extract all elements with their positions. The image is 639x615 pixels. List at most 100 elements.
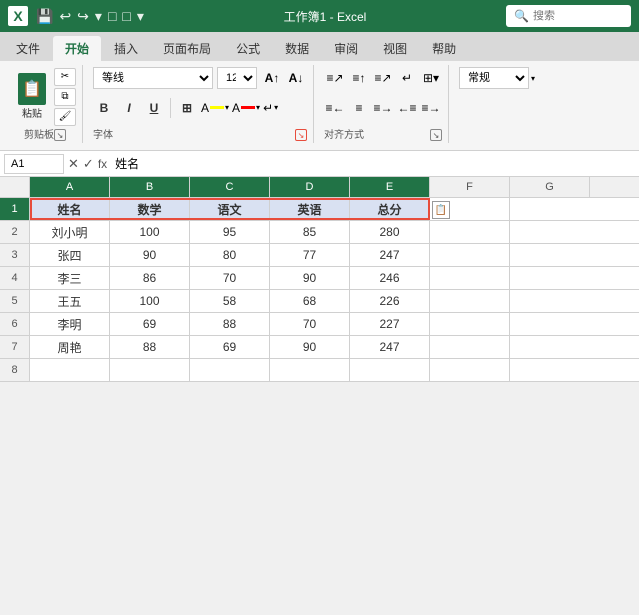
cell-B3[interactable]: 90 [110,244,190,266]
cell-A4[interactable]: 李三 [30,267,110,289]
tab-review[interactable]: 审阅 [322,36,370,61]
cell-A1[interactable]: 姓名 [30,198,110,220]
number-format-select[interactable]: 常规 [459,67,529,89]
cell-G8[interactable] [510,359,590,381]
cell-A5[interactable]: 王五 [30,290,110,312]
cell-D6[interactable]: 70 [270,313,350,335]
cell-E5[interactable]: 226 [350,290,430,312]
cell-G6[interactable] [510,313,590,335]
cell-D4[interactable]: 90 [270,267,350,289]
cell-E1[interactable]: 总分 [350,198,430,220]
paste-button[interactable]: 📋 粘贴 [14,71,50,122]
cell-F8[interactable] [430,359,510,381]
fill-dropdown[interactable]: ▾ [225,103,229,112]
cell-E7[interactable]: 247 [350,336,430,358]
cell-F5[interactable] [430,290,510,312]
cell-A7[interactable]: 周艳 [30,336,110,358]
save-icon[interactable]: 💾 [36,8,53,25]
cell-F4[interactable] [430,267,510,289]
col-header-B[interactable]: B [110,177,190,197]
redo-icon[interactable]: ↪ [77,8,89,25]
col-header-C[interactable]: C [190,177,270,197]
col-header-G[interactable]: G [510,177,590,197]
tab-data[interactable]: 数据 [273,36,321,61]
confirm-formula-icon[interactable]: ✓ [83,156,94,172]
cell-B1[interactable]: 数学 [110,198,190,220]
font-size-select[interactable]: 12 [217,67,257,89]
cell-C2[interactable]: 95 [190,221,270,243]
cell-G4[interactable] [510,267,590,289]
align-left-button[interactable]: ≡← [324,97,346,119]
font-color-button[interactable]: A ▾ [232,101,260,115]
cell-D7[interactable]: 90 [270,336,350,358]
cell-C7[interactable]: 69 [190,336,270,358]
font-dialog-launcher[interactable]: ↘ [295,129,307,141]
italic-button[interactable]: I [118,97,140,119]
cell-B4[interactable]: 86 [110,267,190,289]
cell-D2[interactable]: 85 [270,221,350,243]
cell-B6[interactable]: 69 [110,313,190,335]
number-format-dropdown[interactable]: ▾ [531,74,535,83]
cell-C5[interactable]: 58 [190,290,270,312]
cell-D1[interactable]: 英语 [270,198,350,220]
align-top-left-button[interactable]: ≡↗ [324,67,346,89]
customize-icon[interactable]: ▾ [95,8,102,25]
cell-C4[interactable]: 70 [190,267,270,289]
tab-page-layout[interactable]: 页面布局 [151,36,223,61]
cell-A6[interactable]: 李明 [30,313,110,335]
formula-input[interactable] [111,157,635,171]
more-icon[interactable]: □ [108,8,116,24]
align-top-center-button[interactable]: ≡↑ [348,67,370,89]
align-center-button[interactable]: ≡ [348,97,370,119]
search-box[interactable]: 🔍 [506,5,631,27]
cell-C8[interactable] [190,359,270,381]
cell-B2[interactable]: 100 [110,221,190,243]
border-button[interactable]: ⊞ [176,97,198,119]
increase-font-button[interactable]: A↑ [261,67,283,89]
cell-C3[interactable]: 80 [190,244,270,266]
wrap-text-button[interactable]: ↵ [396,67,418,89]
tab-file[interactable]: 文件 [4,36,52,61]
cell-F2[interactable] [430,221,510,243]
cell-G2[interactable] [510,221,590,243]
tab-help[interactable]: 帮助 [420,36,468,61]
cell-B7[interactable]: 88 [110,336,190,358]
cell-B5[interactable]: 100 [110,290,190,312]
cell-B8[interactable] [110,359,190,381]
font-family-select[interactable]: 等线 [93,67,213,89]
fill-color-button[interactable]: A ▾ [201,101,229,115]
cell-F6[interactable] [430,313,510,335]
tab-view[interactable]: 视图 [371,36,419,61]
cell-E6[interactable]: 227 [350,313,430,335]
undo-icon[interactable]: ↩ [59,8,71,25]
tab-formula[interactable]: 公式 [224,36,272,61]
col-header-D[interactable]: D [270,177,350,197]
cut-button[interactable]: ✂ [54,68,76,86]
cell-E4[interactable]: 246 [350,267,430,289]
tab-home[interactable]: 开始 [53,36,101,61]
cell-D3[interactable]: 77 [270,244,350,266]
format-painter-button[interactable]: 🖌 [54,108,76,126]
cell-F3[interactable] [430,244,510,266]
copy-button[interactable]: ⧉ [54,88,76,106]
search-input[interactable] [533,10,623,22]
wrap-button[interactable]: ↵ ▾ [263,101,278,115]
col-header-E[interactable]: E [350,177,430,197]
cell-E3[interactable]: 247 [350,244,430,266]
font-color-dropdown[interactable]: ▾ [256,103,260,112]
cell-D8[interactable] [270,359,350,381]
cell-reference[interactable]: A1 [4,154,64,174]
col-header-A[interactable]: A [30,177,110,197]
tab-insert[interactable]: 插入 [102,36,150,61]
cancel-formula-icon[interactable]: ✕ [68,156,79,172]
share-icon[interactable]: □ [122,8,130,24]
insert-function-icon[interactable]: fx [98,157,107,171]
cell-D5[interactable]: 68 [270,290,350,312]
arrow-icon[interactable]: ▾ [137,8,144,25]
decrease-font-button[interactable]: A↓ [285,67,307,89]
cell-C6[interactable]: 88 [190,313,270,335]
align-right-button[interactable]: ≡→ [372,97,394,119]
align-top-right-button[interactable]: ≡↗ [372,67,394,89]
cell-C1[interactable]: 语文 [190,198,270,220]
cell-G5[interactable] [510,290,590,312]
